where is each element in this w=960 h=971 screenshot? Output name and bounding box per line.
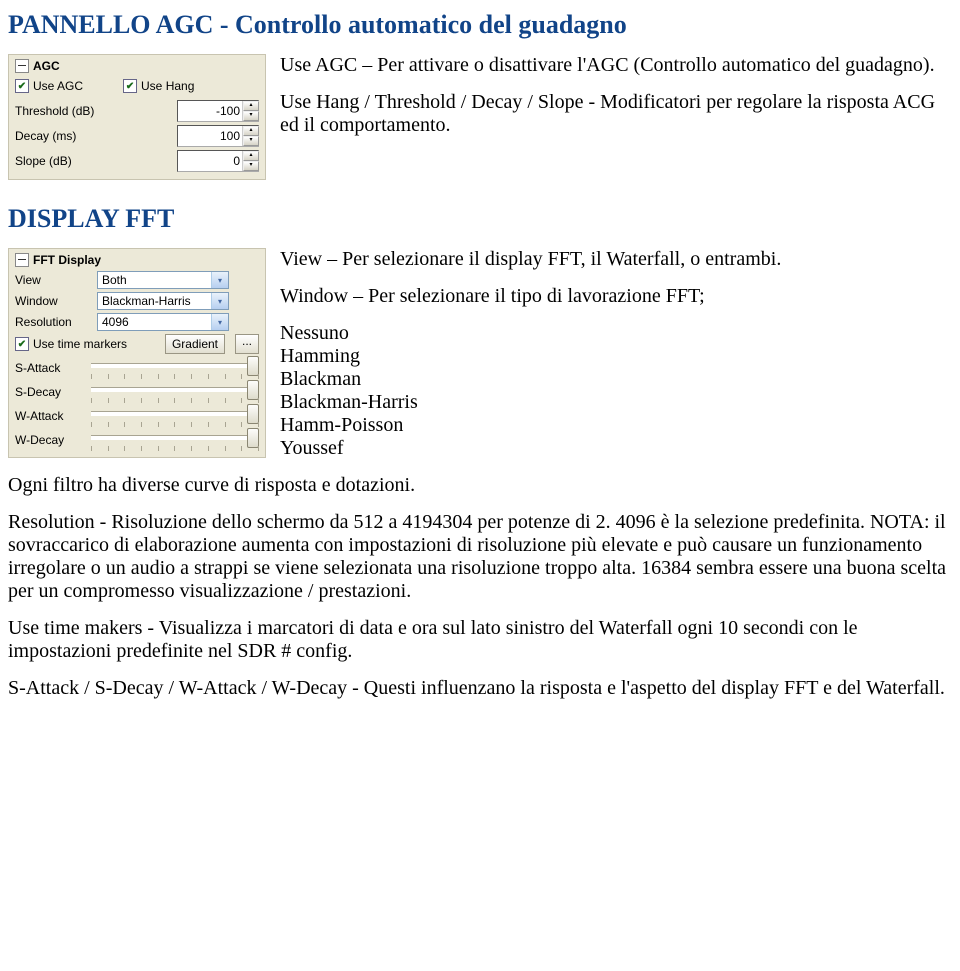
spinner-down-icon[interactable]: ▾	[243, 161, 259, 171]
collapse-icon[interactable]	[15, 253, 29, 267]
sattack-slider[interactable]	[91, 357, 259, 379]
decay-arrows[interactable]: ▴ ▾	[242, 126, 259, 146]
view-label: View	[15, 273, 97, 287]
slope-label: Slope (dB)	[15, 154, 103, 168]
spinner-down-icon[interactable]: ▾	[243, 136, 259, 146]
agc-title: PANNELLO AGC - Controllo automatico del …	[8, 10, 952, 40]
decay-label: Decay (ms)	[15, 129, 103, 143]
agc-panel-title: AGC	[33, 59, 60, 73]
fft-panel-title: FFT Display	[33, 253, 101, 267]
sattack-label: S-Attack	[15, 361, 85, 375]
fft-panel-header[interactable]: FFT Display	[15, 253, 259, 267]
use-hang-checkbox[interactable]: ✔ Use Hang	[123, 79, 194, 93]
spinner-up-icon[interactable]: ▴	[243, 151, 259, 161]
chevron-down-icon[interactable]: ▾	[211, 293, 228, 309]
collapse-icon[interactable]	[15, 59, 29, 73]
slider-thumb-icon[interactable]	[247, 428, 259, 448]
slider-thumb-icon[interactable]	[247, 404, 259, 424]
fft-title: DISPLAY FFT	[8, 204, 952, 234]
spinner-up-icon[interactable]: ▴	[243, 126, 259, 136]
chevron-down-icon[interactable]: ▾	[211, 314, 228, 330]
threshold-arrows[interactable]: ▴ ▾	[242, 101, 259, 121]
fft-p-sliders: S-Attack / S-Decay / W-Attack / W-Decay …	[8, 677, 952, 700]
spinner-down-icon[interactable]: ▾	[243, 111, 259, 121]
wdecay-slider[interactable]	[91, 429, 259, 451]
fft-panel: FFT Display View Both ▾ Window Blackman-…	[8, 248, 266, 458]
use-hang-label: Use Hang	[141, 79, 194, 93]
window-combo[interactable]: Blackman-Harris ▾	[97, 292, 229, 310]
sdecay-slider[interactable]	[91, 381, 259, 403]
agc-panel-header[interactable]: AGC	[15, 59, 259, 73]
fft-p-filter: Ogni filtro ha diverse curve di risposta…	[8, 474, 952, 497]
time-markers-label: Use time markers	[33, 337, 127, 351]
fft-p-time: Use time makers - Visualizza i marcatori…	[8, 617, 952, 663]
view-combo[interactable]: Both ▾	[97, 271, 229, 289]
slope-input[interactable]	[178, 153, 242, 169]
threshold-input[interactable]	[178, 103, 242, 119]
window-value: Blackman-Harris	[98, 293, 211, 309]
wattack-label: W-Attack	[15, 409, 85, 423]
view-value: Both	[98, 272, 211, 288]
resolution-value: 4096	[98, 314, 211, 330]
fft-p-resolution: Resolution - Risoluzione dello schermo d…	[8, 511, 952, 603]
decay-spinner[interactable]: ▴ ▾	[177, 125, 259, 147]
agc-p1: Use AGC – Per attivare o disattivare l'A…	[280, 54, 952, 77]
slope-spinner[interactable]: ▴ ▾	[177, 150, 259, 172]
gradient-button[interactable]: Gradient	[165, 334, 225, 354]
decay-input[interactable]	[178, 128, 242, 144]
use-agc-checkbox[interactable]: ✔ Use AGC	[15, 79, 83, 93]
spinner-up-icon[interactable]: ▴	[243, 101, 259, 111]
threshold-spinner[interactable]: ▴ ▾	[177, 100, 259, 122]
agc-text: Use AGC – Per attivare o disattivare l'A…	[280, 54, 952, 151]
slider-thumb-icon[interactable]	[247, 356, 259, 376]
window-label: Window	[15, 294, 97, 308]
wdecay-label: W-Decay	[15, 433, 85, 447]
use-agc-label: Use AGC	[33, 79, 83, 93]
resolution-label: Resolution	[15, 315, 97, 329]
resolution-combo[interactable]: 4096 ▾	[97, 313, 229, 331]
sdecay-label: S-Decay	[15, 385, 85, 399]
gradient-more-button[interactable]: ...	[235, 334, 259, 354]
threshold-label: Threshold (dB)	[15, 104, 103, 118]
slider-thumb-icon[interactable]	[247, 380, 259, 400]
agc-p2: Use Hang / Threshold / Decay / Slope - M…	[280, 91, 952, 137]
agc-panel: AGC ✔ Use AGC ✔ Use Hang Threshold (dB) …	[8, 54, 266, 180]
slope-arrows[interactable]: ▴ ▾	[242, 151, 259, 171]
chevron-down-icon[interactable]: ▾	[211, 272, 228, 288]
time-markers-checkbox[interactable]: ✔ Use time markers	[15, 337, 127, 351]
wattack-slider[interactable]	[91, 405, 259, 427]
